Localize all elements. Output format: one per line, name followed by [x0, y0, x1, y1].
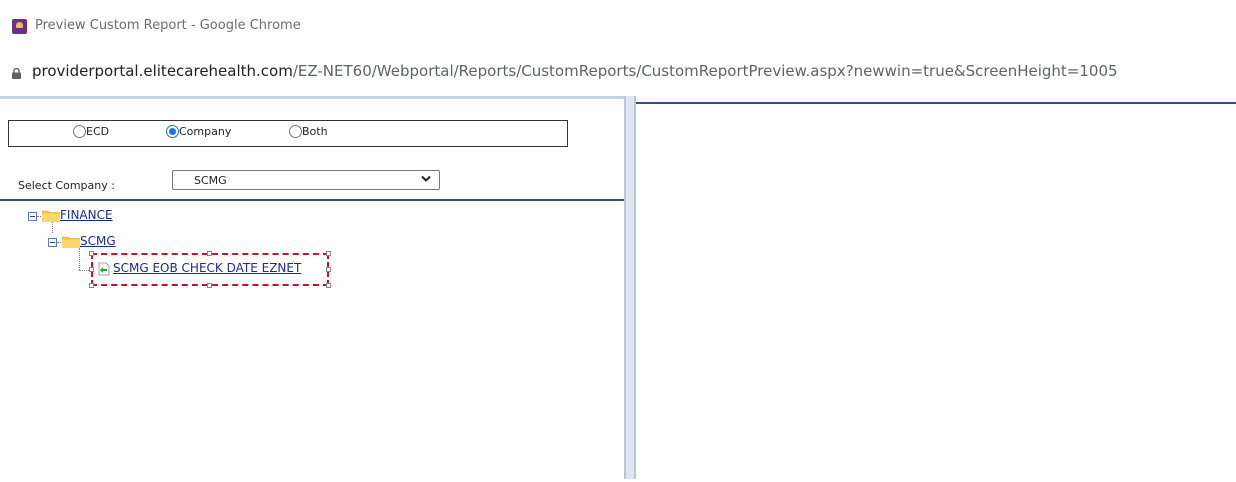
filter-radio-group: ECD Company Both [8, 120, 568, 147]
company-select[interactable]: SCMG [172, 170, 440, 190]
radio-ecd-circle[interactable] [73, 125, 86, 138]
frame-splitter[interactable] [624, 96, 636, 479]
tree-node-finance[interactable]: FINANCE [60, 208, 113, 222]
radio-company-circle[interactable] [166, 125, 179, 138]
resize-handle[interactable] [207, 251, 212, 256]
resize-handle[interactable] [89, 283, 94, 288]
address-bar[interactable]: providerportal.elitecarehealth.com/EZ-NE… [0, 56, 1236, 96]
radio-ecd[interactable]: ECD [73, 125, 109, 138]
preview-top-border [636, 102, 1236, 104]
lock-icon[interactable] [12, 68, 21, 79]
url-host: providerportal.elitecarehealth.com [32, 62, 293, 80]
app-icon [12, 19, 27, 34]
folder-icon [62, 236, 80, 248]
url-text[interactable]: providerportal.elitecarehealth.com/EZ-NE… [32, 62, 1118, 80]
resize-handle[interactable] [89, 267, 94, 272]
chevron-down-icon[interactable] [421, 175, 431, 183]
radio-both[interactable]: Both [289, 125, 328, 138]
radio-ecd-label: ECD [86, 125, 110, 138]
collapse-scmg-icon[interactable] [48, 238, 57, 247]
resize-handle[interactable] [326, 251, 331, 256]
window-titlebar: Preview Custom Report - Google Chrome [0, 0, 1236, 56]
radio-both-label: Both [302, 125, 328, 138]
report-icon [98, 262, 110, 276]
resize-handle[interactable] [207, 283, 212, 288]
collapse-finance-icon[interactable] [28, 212, 37, 221]
report-preview-frame [636, 96, 1236, 479]
url-path: /EZ-NET60/Webportal/Reports/CustomReport… [292, 62, 1118, 80]
resize-handle[interactable] [326, 267, 331, 272]
company-select-value: SCMG [194, 174, 227, 187]
radio-company-label: Company [179, 125, 232, 138]
section-divider [0, 199, 626, 201]
tree-connector [52, 222, 53, 233]
tree-node-report[interactable]: SCMG EOB CHECK DATE EZNET [113, 261, 301, 275]
resize-handle[interactable] [326, 283, 331, 288]
resize-handle[interactable] [89, 251, 94, 256]
radio-company[interactable]: Company [166, 125, 231, 138]
folder-icon [42, 210, 60, 222]
radio-both-circle[interactable] [289, 125, 302, 138]
window-title: Preview Custom Report - Google Chrome [35, 18, 301, 33]
left-frame: ECD Company Both Select Company : SCMG F… [0, 96, 626, 482]
tree-node-scmg[interactable]: SCMG [80, 234, 116, 248]
tree-connector [79, 248, 80, 270]
select-company-label: Select Company : [18, 179, 115, 192]
